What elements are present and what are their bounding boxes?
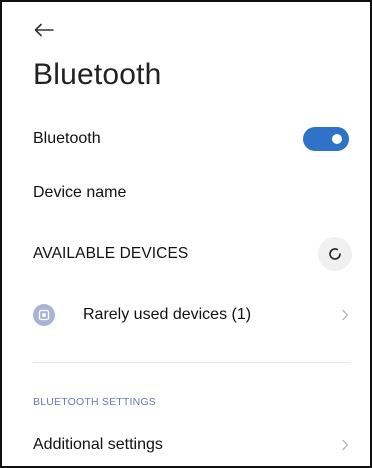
refresh-button[interactable]	[318, 237, 352, 271]
bluetooth-toggle-row[interactable]: Bluetooth	[33, 124, 350, 154]
back-arrow-icon	[34, 23, 54, 37]
device-icon	[33, 304, 55, 326]
available-devices-label: AVAILABLE DEVICES	[33, 245, 189, 262]
refresh-icon	[329, 248, 341, 260]
back-button[interactable]	[28, 16, 60, 44]
bluetooth-settings-section-header: BLUETOOTH SETTINGS	[33, 396, 157, 408]
rarely-used-devices-label: Rarely used devices (1)	[83, 306, 252, 323]
rarely-used-devices-left: Rarely used devices (1)	[33, 304, 251, 326]
available-devices-row: AVAILABLE DEVICES	[33, 237, 352, 271]
device-name-label: Device name	[33, 184, 127, 201]
page-title: Bluetooth	[33, 58, 162, 91]
chevron-right-icon	[341, 309, 349, 321]
rarely-used-devices-row[interactable]: Rarely used devices (1)	[33, 300, 350, 330]
bluetooth-toggle-label: Bluetooth	[33, 130, 101, 147]
chevron-right-icon	[341, 439, 349, 451]
additional-settings-label: Additional settings	[33, 436, 163, 453]
toggle-knob	[332, 134, 342, 144]
section-divider	[33, 362, 350, 363]
bluetooth-toggle-switch[interactable]	[303, 127, 349, 151]
device-name-row[interactable]: Device name	[33, 178, 350, 208]
bluetooth-settings-screen: Bluetooth Bluetooth Device name AVAILABL…	[0, 0, 372, 468]
additional-settings-row[interactable]: Additional settings	[33, 430, 350, 460]
